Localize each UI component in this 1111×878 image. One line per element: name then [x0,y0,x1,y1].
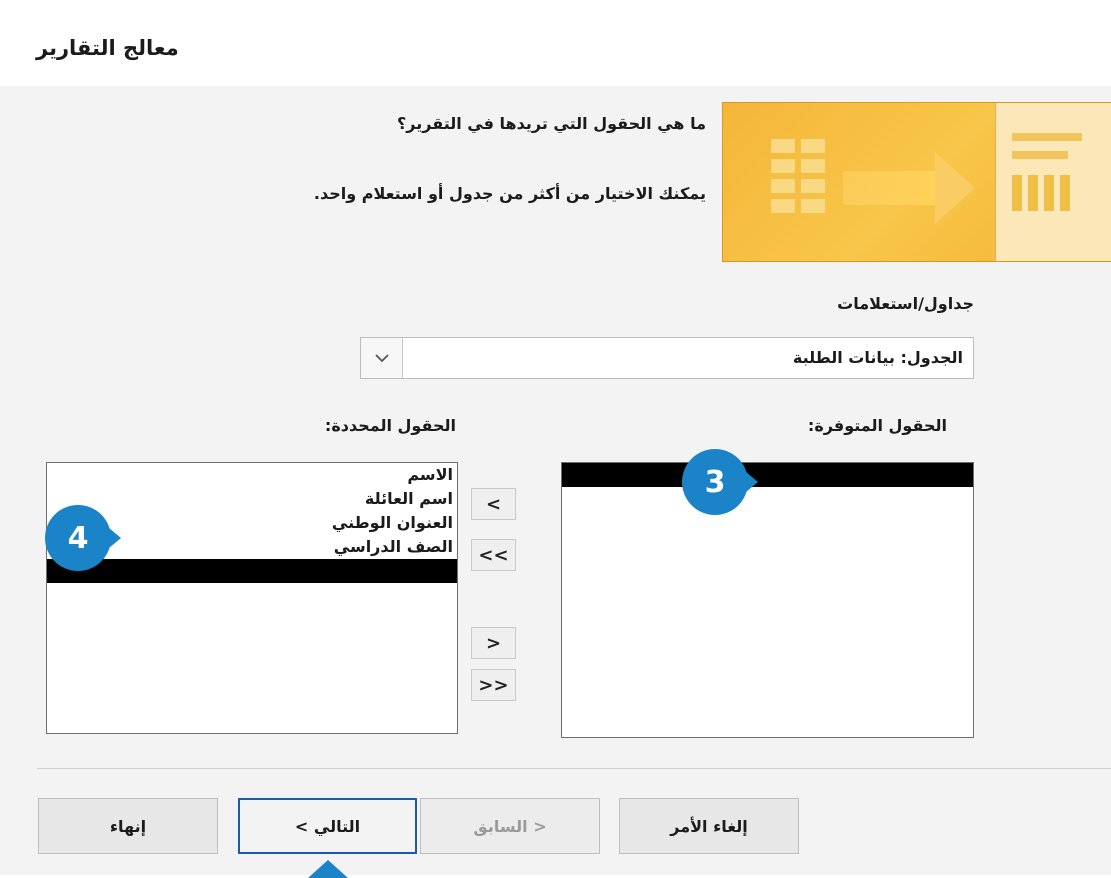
selected-list-item[interactable]: رقم الطالب [562,463,973,487]
available-fields-list[interactable]: رقم الطالب [561,462,974,738]
tables-queries-combobox[interactable]: الجدول: بيانات الطلبة [360,337,974,379]
list-item[interactable]: الاسم [47,463,457,487]
footer-divider [37,768,1111,769]
finish-button[interactable]: إنهاء [38,798,218,854]
available-fields-label: الحقول المتوفرة: [807,416,947,435]
move-all-button[interactable]: << [471,539,516,571]
move-one-button[interactable]: < [471,488,516,520]
callout-number-3: 3 [682,449,748,515]
wizard-subtitle: يمكنك الاختيار من أكثر من جدول أو استعلا… [313,184,706,203]
chevron-down-icon[interactable] [361,338,403,378]
callout-number-4: 4 [45,505,111,571]
selected-fields-label: الحقول المحددة: [324,416,456,435]
tables-queries-label: جداول/استعلامات [837,294,974,313]
callout-3: 3 [682,449,758,515]
selected-field-name: العنوان الوطني [331,513,453,532]
callout-4: 4 [45,505,121,571]
selected-field-name: الصف الدراسي [333,537,453,556]
tables-queries-value: الجدول: بيانات الطلبة [792,348,963,367]
window-title: معالج التقارير [36,36,179,60]
wizard-banner-icon [722,102,1111,262]
selected-field-name: اسم العائلة [364,489,453,508]
available-field-name: رقم الطالب [875,465,969,484]
remove-one-button[interactable]: > [471,627,516,659]
selected-field-name: رقم الفصل [362,561,453,580]
banner-document-icon [995,103,1111,261]
selected-field-name: الاسم [407,465,453,484]
back-button[interactable]: < السابق [420,798,600,854]
callout-arrow-icon [308,860,348,878]
banner-arrow-icon [843,171,937,205]
next-button[interactable]: التالي > [238,798,417,854]
callout-pointer-icon [740,467,758,497]
dialog-title-bar: معالج التقارير [0,0,1111,86]
remove-all-button[interactable]: >> [471,669,516,701]
banner-arrow-head-icon [935,152,975,224]
cancel-button[interactable]: إلغاء الأمر [619,798,799,854]
selected-fields-list[interactable]: الاسم اسم العائلة العنوان الوطني الصف ال… [46,462,458,734]
callout-pointer-icon [103,523,121,553]
wizard-question: ما هي الحقول التي تريدها في التقرير؟ [397,114,706,133]
